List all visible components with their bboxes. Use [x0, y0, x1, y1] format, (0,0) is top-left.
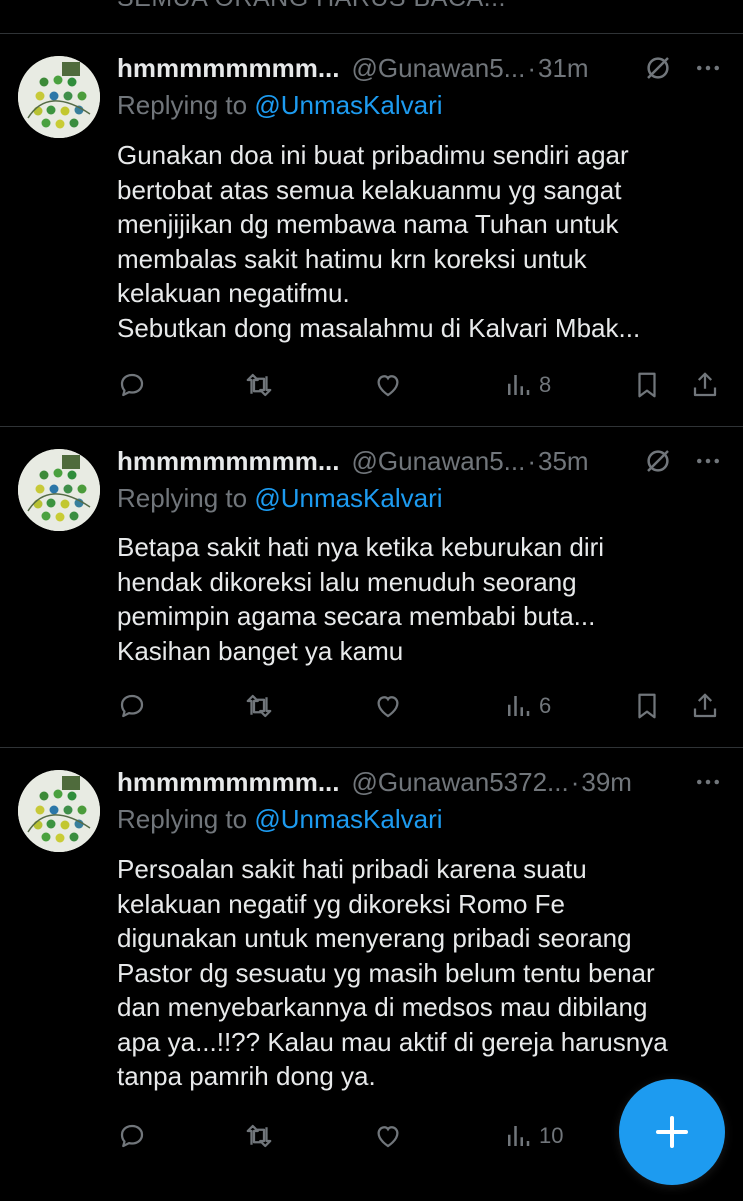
timestamp[interactable]: 31m [538, 53, 589, 84]
reply-icon [120, 694, 144, 718]
bookmark-icon [638, 693, 656, 719]
text-line: Pastor dg sesuatu yg masih belum tentu b… [117, 957, 655, 988]
tweet-header: hmmmmmmmm... @Gunawan5... · 35m [117, 444, 723, 478]
tweet-header: hmmmmmmmm... @Gunawan5372... · 39m [117, 765, 723, 799]
text-line: hendak dikoreksi lalu menuduh seorang [117, 566, 577, 597]
avatar[interactable] [18, 56, 100, 138]
avatar[interactable] [18, 449, 100, 531]
retweet-icon [246, 1124, 272, 1148]
share-button[interactable] [690, 365, 720, 405]
more-icon[interactable] [693, 767, 723, 797]
text-line: tanpa pamrih dong ya. [117, 1061, 376, 1091]
action-bar: 8 [117, 365, 727, 405]
share-icon [693, 693, 717, 718]
reply-icon [120, 373, 144, 397]
views-icon [508, 375, 530, 395]
more-icon[interactable] [693, 53, 723, 83]
grok-icon[interactable] [643, 446, 673, 476]
text-line: Persoalan sakit hati pribadi karena suat… [117, 854, 587, 884]
reply-button[interactable] [117, 365, 147, 405]
text-line: Betapa sakit hati nya ketika keburukan d… [117, 532, 605, 562]
replying-to: Replying to @UnmasKalvari [117, 483, 443, 514]
like-button[interactable] [373, 365, 403, 405]
like-icon [377, 1126, 399, 1148]
separator-dot: · [527, 445, 536, 476]
share-icon [693, 372, 717, 397]
views-button[interactable]: 6 [503, 686, 551, 726]
tweet-header: hmmmmmmmm... @Gunawan5... · 31m [117, 51, 723, 85]
views-count: 6 [539, 693, 552, 718]
avatar[interactable] [18, 770, 100, 852]
like-button[interactable] [373, 686, 403, 726]
replying-to: Replying to @UnmasKalvari [117, 804, 443, 835]
separator-dot: · [527, 52, 536, 83]
text-line: Sebutkan dong masalahmu di Kalvari Mbak.… [117, 312, 641, 343]
share-button[interactable] [690, 686, 720, 726]
mention-link[interactable]: @UnmasKalvari [254, 90, 442, 120]
timestamp[interactable]: 35m [538, 446, 589, 477]
retweet-button[interactable] [244, 1116, 274, 1156]
bookmark-button[interactable] [632, 365, 662, 405]
reply-icon [120, 1124, 144, 1148]
views-icon [508, 696, 530, 716]
compose-button[interactable] [619, 1079, 725, 1185]
mention-link[interactable]: @UnmasKalvari [254, 483, 442, 513]
tweet-text: Persoalan sakit hati pribadi karena suat… [117, 852, 717, 1094]
tweet[interactable]: hmmmmmmmm... @Gunawan5... · 35m Replying… [0, 426, 743, 747]
text-line: Gunakan doa ini buat pribadimu sendiri a… [117, 140, 629, 170]
tweet-text: Betapa sakit hati nya ketika keburukan d… [117, 530, 717, 668]
views-icon [508, 1126, 530, 1146]
like-icon [377, 696, 399, 718]
bookmark-icon [638, 372, 656, 398]
text-line: digunakan untuk menyerang pribadi seoran… [117, 923, 632, 953]
text-line: menjijikan dg membawa nama Tuhan untuk [117, 209, 619, 239]
tweet-text: Gunakan doa ini buat pribadimu sendiri a… [117, 138, 717, 345]
timestamp[interactable]: 39m [581, 767, 632, 798]
user-handle[interactable]: @Gunawan5... [352, 446, 526, 477]
more-icon[interactable] [693, 446, 723, 476]
retweet-button[interactable] [244, 686, 274, 726]
text-line: dan menyebarkannya di medsos mau dibilan… [117, 992, 648, 1022]
replying-prefix: Replying to [117, 804, 255, 834]
previous-tweet-truncated-text: SEMUA ORANG HARUS BACA... [117, 0, 506, 13]
display-name[interactable]: hmmmmmmmm... [117, 446, 340, 477]
replying-prefix: Replying to [117, 483, 255, 513]
reply-button[interactable] [117, 1116, 147, 1156]
text-line: membalas sakit hatimu krn koreksi untuk [117, 243, 587, 274]
user-handle[interactable]: @Gunawan5... [352, 53, 526, 84]
replying-to: Replying to @UnmasKalvari [117, 90, 443, 121]
retweet-button[interactable] [244, 365, 274, 405]
views-button[interactable]: 8 [503, 365, 551, 405]
text-line: kelakuan negatif yg dikoreksi Romo Fe [117, 888, 566, 919]
display-name[interactable]: hmmmmmmmm... [117, 767, 340, 798]
grok-icon[interactable] [643, 53, 673, 83]
retweet-icon [246, 373, 272, 397]
views-button[interactable]: 10 [503, 1116, 563, 1156]
text-line: apa ya...!!?? Kalau mau aktif di gereja … [117, 1026, 668, 1057]
plus-icon [656, 1116, 688, 1148]
like-icon [377, 375, 399, 397]
display-name[interactable]: hmmmmmmmm... [117, 53, 340, 84]
action-bar: 6 [117, 686, 727, 726]
like-button[interactable] [373, 1116, 403, 1156]
mention-link[interactable]: @UnmasKalvari [254, 804, 442, 834]
text-line: kelakuan negatifmu. [117, 278, 350, 308]
bookmark-button[interactable] [632, 686, 662, 726]
separator-dot: · [570, 766, 580, 797]
views-count: 8 [539, 372, 552, 397]
views-count: 10 [539, 1123, 564, 1148]
user-handle[interactable]: @Gunawan5372... [352, 767, 569, 798]
text-line: bertobat atas semua kelakuanmu yg sangat [117, 174, 622, 205]
tweet[interactable]: hmmmmmmmm... @Gunawan5... · 31m Replying… [0, 33, 743, 426]
replying-prefix: Replying to [117, 90, 255, 120]
retweet-icon [246, 694, 272, 718]
text-line: pemimpin agama secara membabi buta... [117, 601, 596, 631]
reply-button[interactable] [117, 686, 147, 726]
text-line: Kasihan banget ya kamu [117, 635, 404, 666]
